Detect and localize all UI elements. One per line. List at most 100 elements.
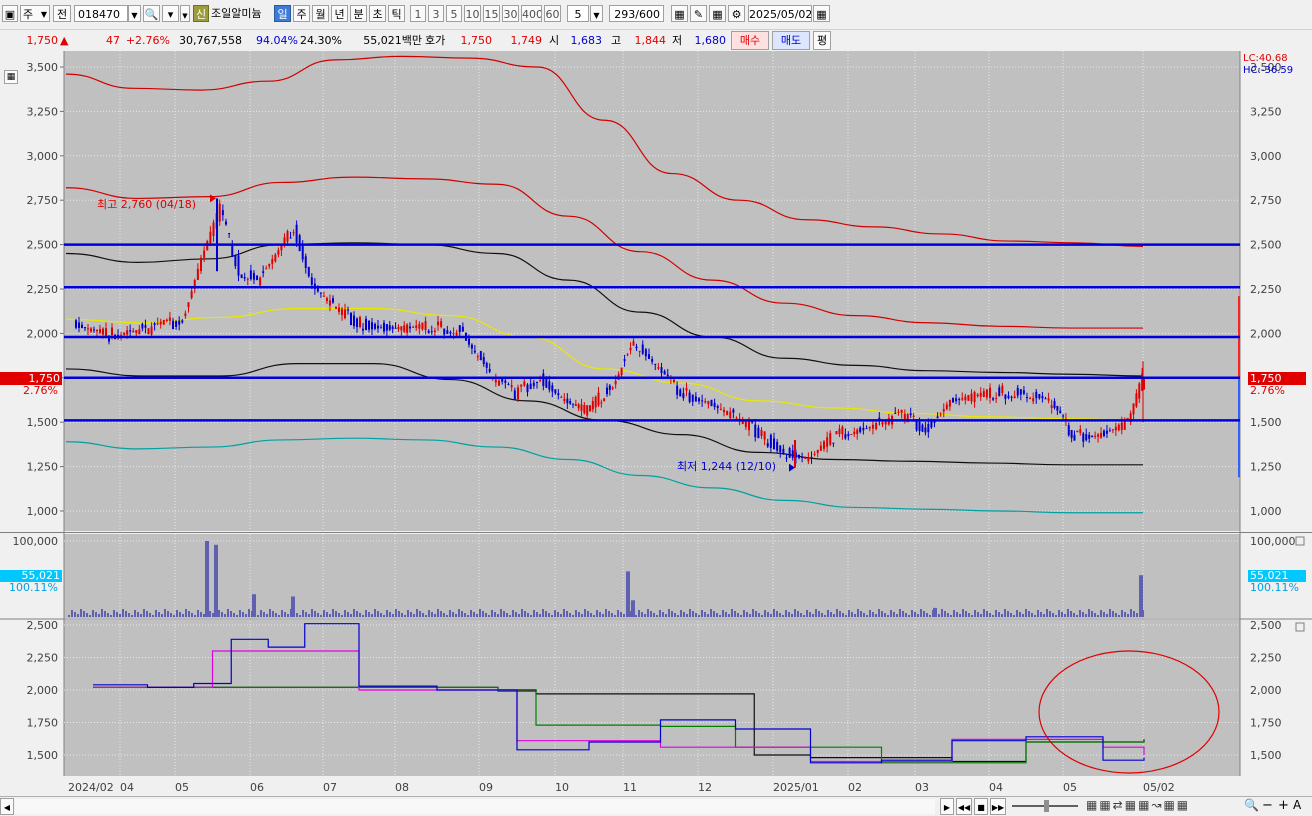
- candle-body-307: [1013, 396, 1016, 399]
- candle-body-173: [600, 402, 603, 404]
- volume-bar-264: [860, 611, 862, 617]
- candle-body-55: [243, 276, 246, 279]
- volume-bar-168: [572, 615, 574, 617]
- volume-spike-6: [933, 607, 937, 617]
- ind-tick-right-4: 1,500: [1250, 749, 1282, 762]
- candle-body-134: [482, 356, 485, 365]
- y-tick-left-8: 1,500: [27, 416, 59, 429]
- volume-bar-134: [470, 610, 472, 617]
- volume-bar-53: [227, 609, 229, 617]
- volume-bar-197: [659, 610, 661, 617]
- candle-body-273: [909, 413, 912, 416]
- volume-bar-140: [488, 615, 490, 617]
- volume-bar-272: [884, 613, 886, 617]
- volume-bar-4: [80, 609, 82, 617]
- volume-bar-228: [752, 609, 754, 617]
- volume-bar-19: [125, 611, 127, 617]
- volume-bar-291: [941, 609, 943, 617]
- y-tick-left-4: 2,500: [27, 239, 59, 252]
- rewind-icon[interactable]: ◀◀: [956, 798, 972, 815]
- candle-body-129: [467, 338, 470, 345]
- minus-icon[interactable]: −: [1262, 797, 1273, 814]
- candle-body-108: [403, 325, 406, 332]
- candle-body-303: [1001, 385, 1004, 394]
- auto-scale-icon[interactable]: A: [1293, 797, 1301, 814]
- candle-body-160: [563, 398, 566, 402]
- volume-bar-64: [260, 610, 262, 617]
- volume-bar-352: [1124, 612, 1126, 617]
- candle-body-70: [289, 237, 292, 239]
- candle-body-93: [359, 317, 361, 328]
- volume-bar-143: [497, 614, 499, 617]
- volume-bar-55: [233, 613, 235, 617]
- zoom-slider-handle[interactable]: [1044, 800, 1049, 812]
- candle-body-157: [554, 389, 557, 394]
- volume-bar-169: [575, 610, 577, 617]
- volume-bar-23: [137, 612, 139, 617]
- candle-body-301: [995, 398, 998, 400]
- candle-body-309: [1019, 389, 1022, 395]
- candle-body-5: [90, 328, 92, 332]
- candle-body-61: [262, 271, 265, 274]
- volume-bar-344: [1100, 610, 1102, 617]
- chart-tool-icons[interactable]: ▦▦⇄▦▦↝▦▦: [1086, 797, 1190, 814]
- volume-bar-192: [644, 614, 646, 617]
- candle-body-143: [510, 385, 513, 388]
- candle-body-319: [1050, 405, 1053, 408]
- candle-body-321: [1056, 405, 1059, 411]
- y-tick-right-3: 2,750: [1250, 194, 1282, 207]
- candle-body-116: [427, 330, 430, 334]
- candle-body-259: [865, 428, 868, 430]
- candle-body-322: [1059, 410, 1062, 414]
- candle-body-98: [374, 323, 376, 329]
- candle-body-51: [231, 244, 234, 257]
- price-chart[interactable]: 3,500 3,5003,250 3,2503,000 3,0002,750 2,750…: [0, 0, 1312, 815]
- volume-bar-66: [266, 614, 268, 617]
- play-icon[interactable]: ▶: [940, 798, 954, 815]
- volume-bar-290: [938, 614, 940, 617]
- candle-body-118: [433, 330, 436, 333]
- candle-body-337: [1103, 430, 1105, 436]
- zoom-out-icon[interactable]: 🔍: [1244, 797, 1259, 814]
- volume-bar-37: [179, 612, 181, 617]
- volume-bar-236: [776, 611, 778, 617]
- volume-bar-210: [698, 615, 700, 617]
- candle-body-44: [209, 231, 212, 244]
- volume-bar-167: [569, 613, 571, 617]
- x-tick-3: 06: [250, 781, 264, 794]
- volume-bar-225: [743, 610, 745, 617]
- candle-body-244: [819, 445, 822, 451]
- volume-bar-73: [287, 614, 289, 617]
- candle-body-197: [673, 379, 675, 383]
- volume-bar-321: [1031, 613, 1033, 617]
- volume-bar-267: [869, 610, 871, 617]
- y-tick-right-5: 2,250: [1250, 283, 1282, 296]
- volume-bar-60: [248, 609, 250, 617]
- candle-body-285: [945, 404, 948, 410]
- plus-icon[interactable]: +: [1278, 797, 1289, 814]
- forward-icon[interactable]: ▶▶: [990, 798, 1006, 815]
- candle-body-199: [679, 389, 682, 397]
- candle-body-186: [638, 350, 641, 352]
- volume-bar-123: [437, 609, 439, 617]
- candle-body-261: [871, 424, 874, 429]
- candle-body-211: [716, 405, 719, 408]
- scroll-track[interactable]: [15, 799, 935, 814]
- scroll-left-icon[interactable]: ◀: [0, 798, 14, 815]
- candle-body-82: [325, 298, 328, 302]
- candle-body-22: [141, 323, 144, 329]
- low-note: 최저 1,244 (12/10): [677, 460, 777, 473]
- volume-bar-311: [1001, 614, 1003, 617]
- candle-body-87: [341, 308, 343, 316]
- volume-bar-331: [1061, 612, 1063, 617]
- volume-bar-170: [578, 612, 580, 617]
- candle-body-29: [162, 319, 165, 325]
- stop-icon[interactable]: ■: [974, 798, 988, 815]
- volume-bar-271: [881, 611, 883, 617]
- candle-body-10: [105, 328, 107, 337]
- volume-bar-99: [365, 610, 367, 617]
- volume-bar-220: [728, 614, 730, 617]
- candle-body-349: [1138, 383, 1141, 399]
- candle-body-40: [196, 268, 199, 281]
- volume-bar-348: [1112, 611, 1114, 617]
